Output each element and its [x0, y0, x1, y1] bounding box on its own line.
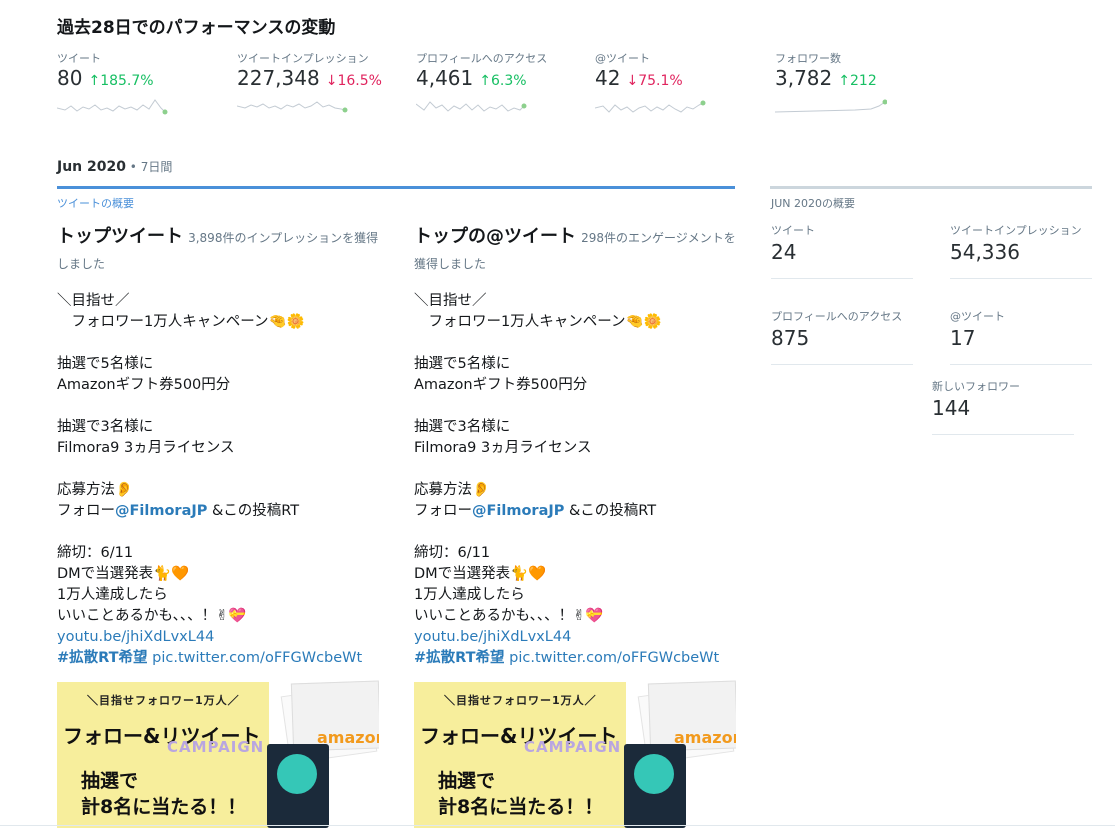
summary-impressions: ツイートインプレッション 54,336 — [950, 224, 1092, 279]
metric-value: 3,782 — [775, 66, 833, 90]
youtube-link[interactable]: youtu.be/jhiXdLvxL44 — [414, 627, 739, 648]
summary-tweets: ツイート 24 — [771, 224, 913, 279]
summary-value: 24 — [771, 240, 797, 264]
tweet-text: ＼目指せ／ フォロワー1万人キャンペーン🤏🌼 抽選で5名様に Amazonギフト券… — [414, 291, 739, 669]
metric-impressions[interactable]: ツイートインプレッション 227,348 ↓16.5% — [237, 50, 382, 118]
filmora-box-image — [267, 744, 329, 828]
metric-change: ↑6.3% — [479, 73, 527, 89]
pic-link[interactable]: pic.twitter.com/oFFGWcbeWt — [148, 650, 362, 666]
metric-label: ツイート — [57, 52, 101, 65]
metric-value: 42 — [595, 66, 621, 90]
summary-mentions: @ツイート 17 — [950, 310, 1092, 365]
summary-label: @ツイート — [950, 310, 1005, 323]
metric-value: 80 — [57, 66, 83, 90]
metric-profile-visits[interactable]: プロフィールへのアクセス 4,461 ↑6.3% — [416, 50, 547, 118]
summary-profile-visits: プロフィールへのアクセス 875 — [771, 310, 913, 365]
summary-new-followers: 新しいフォロワー 144 — [932, 380, 1074, 435]
metric-followers[interactable]: フォロワー数 3,782 ↑212 — [775, 50, 887, 118]
bottom-divider — [0, 825, 1115, 826]
summary-label: 新しいフォロワー — [932, 380, 1020, 393]
metric-value: 4,461 — [416, 66, 474, 90]
summary-label: ツイート — [771, 224, 815, 237]
image-text: CAMPAIGN — [167, 738, 265, 756]
metric-change: ↑212 — [838, 73, 877, 89]
tweet-image[interactable]: amazon ＼目指せフォロワー1万人／ フォロー&リツイート CAMPAIGN… — [57, 672, 379, 828]
summary-label: プロフィールへのアクセス — [771, 310, 903, 323]
image-text: 抽選で 計8名に当たる！！ — [81, 770, 247, 818]
top-mention-heading: トップの@ツイート — [414, 226, 576, 247]
mention-link[interactable]: @FilmoraJP — [115, 503, 207, 519]
page-title: 過去28日でのパフォーマンスの変動 — [57, 18, 336, 38]
metric-mentions[interactable]: @ツイート 42 ↓75.1% — [595, 50, 707, 118]
metric-change: ↓16.5% — [325, 73, 382, 89]
youtube-link[interactable]: youtu.be/jhiXdLvxL44 — [57, 627, 382, 648]
summary-value: 875 — [771, 326, 810, 350]
metric-label: プロフィールへのアクセス — [416, 52, 548, 65]
image-text: ＼目指せフォロワー1万人／ — [444, 694, 597, 707]
arrow-down-icon: ↓ — [626, 73, 639, 89]
mention-link[interactable]: @FilmoraJP — [472, 503, 564, 519]
pic-link[interactable]: pic.twitter.com/oFFGWcbeWt — [505, 650, 719, 666]
period-label: Jun 2020 • 7日間 — [57, 159, 173, 175]
metric-change: ↑185.7% — [88, 73, 154, 89]
top-tweet-heading: トップツイート — [57, 226, 183, 247]
hashtag-link[interactable]: #拡散RT希望 — [414, 650, 505, 666]
sparkline-chart — [775, 99, 887, 113]
tweet-text: ＼目指せ／ フォロワー1万人キャンペーン🤏🌼 抽選で5名様に Amazonギフト券… — [57, 291, 382, 669]
top-tweet-card[interactable]: トップツイート 3,898件のインプレッションを獲得しました ＼目指せ／ フォロ… — [57, 222, 382, 690]
metric-value: 227,348 — [237, 66, 320, 90]
metric-label: ツイートインプレッション — [237, 52, 369, 65]
arrow-down-icon: ↓ — [325, 73, 338, 89]
summary-label: ツイートインプレッション — [950, 224, 1082, 237]
summary-value: 54,336 — [950, 240, 1020, 264]
hashtag-link[interactable]: #拡散RT希望 — [57, 650, 148, 666]
summary-value: 17 — [950, 326, 976, 350]
summary-divider — [770, 186, 1092, 189]
sparkline-chart — [237, 101, 348, 113]
summary-title: JUN 2020の概要 — [771, 197, 856, 210]
tweet-image[interactable]: amazon ＼目指せフォロワー1万人／ フォロー&リツイート CAMPAIGN… — [414, 672, 736, 828]
metric-label: @ツイート — [595, 52, 650, 65]
sparkline-chart — [416, 101, 527, 112]
image-text: ＼目指せフォロワー1万人／ — [87, 694, 240, 707]
sparkline-chart — [595, 100, 706, 113]
arrow-up-icon: ↑ — [838, 73, 850, 89]
top-mention-card[interactable]: トップの@ツイート 298件のエンゲージメントを獲得しました ＼目指せ／ フォロ… — [414, 222, 739, 690]
metric-label: フォロワー数 — [775, 52, 841, 65]
sparkline-chart — [57, 99, 168, 115]
filmora-box-image — [624, 744, 686, 828]
arrow-up-icon: ↑ — [479, 73, 491, 89]
image-text: CAMPAIGN — [524, 738, 622, 756]
metric-change: ↓75.1% — [626, 73, 683, 89]
summary-value: 144 — [932, 396, 971, 420]
image-text: 抽選で 計8名に当たる！！ — [438, 770, 604, 818]
tab-underline — [57, 186, 735, 189]
arrow-up-icon: ↑ — [88, 73, 101, 89]
metric-tweets[interactable]: ツイート 80 ↑185.7% — [57, 50, 169, 118]
tab-tweet-overview[interactable]: ツイートの概要 — [57, 195, 134, 211]
